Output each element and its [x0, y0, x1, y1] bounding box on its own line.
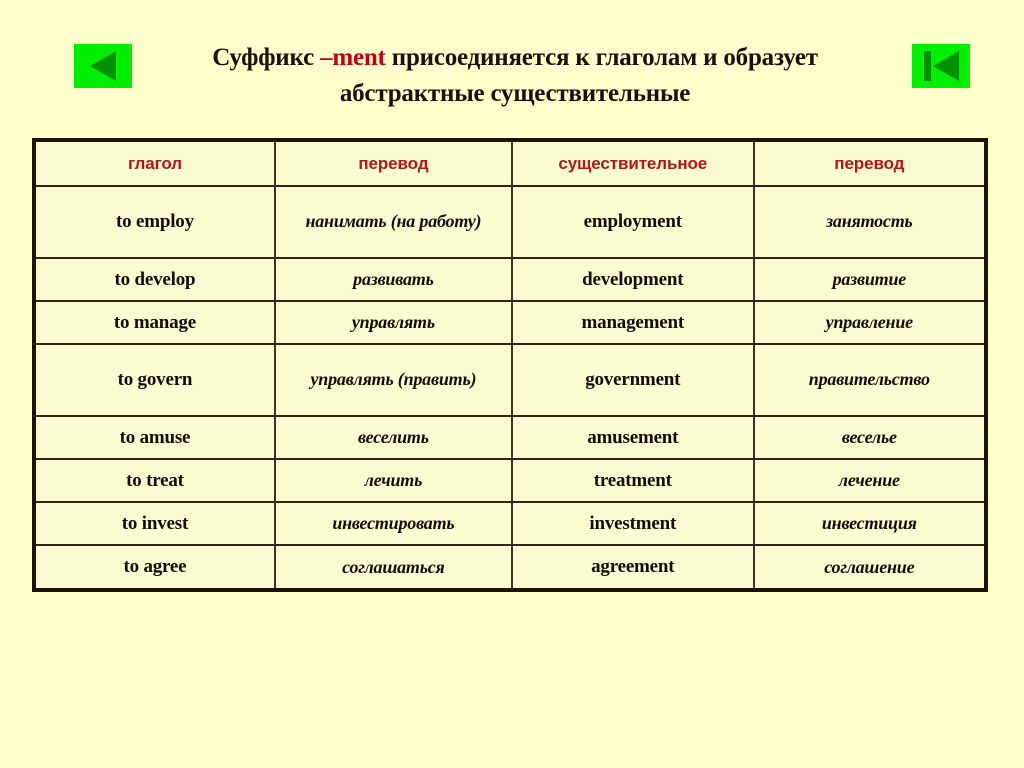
cell-noun-translation: лечение — [753, 459, 984, 503]
title-line-2: абстрактные существительные — [339, 79, 691, 107]
first-slide-button[interactable] — [912, 44, 970, 88]
column-header-verb: глагол — [36, 142, 276, 187]
cell-verb: to invest — [36, 502, 276, 546]
skip-to-first-icon — [923, 51, 959, 81]
vocabulary-table-container: глагол перевод существительное перевод t… — [32, 138, 988, 592]
table-row: to manage управлять management управление — [36, 301, 984, 345]
cell-noun-translation: управление — [753, 301, 984, 345]
table-body: to employ нанимать (на работу) employment з… — [36, 186, 984, 588]
title-line-1: Суффикс –ment присоединяется к глаголам … — [212, 44, 818, 71]
cell-noun-translation: инвестиция — [753, 502, 984, 546]
table-row: to govern управлять (править) government пр… — [36, 344, 984, 417]
column-header-noun: существительное — [511, 142, 755, 187]
cell-verb-translation: развивать — [274, 258, 513, 302]
cell-noun-translation: занятость — [753, 186, 984, 259]
cell-verb: to agree — [36, 545, 276, 588]
cell-noun: employment — [511, 186, 755, 259]
cell-noun: treatment — [511, 459, 755, 503]
cell-verb: to amuse — [36, 416, 276, 460]
column-header-verb-translation: перевод — [274, 142, 513, 187]
cell-noun-translation: соглашение — [824, 556, 915, 577]
cell-verb: to employ — [36, 186, 276, 259]
triangle-left-icon — [932, 51, 959, 81]
cell-verb: to treat — [36, 459, 276, 503]
column-header-noun-translation: перевод — [753, 142, 984, 187]
skip-bar-icon — [923, 51, 931, 81]
table-row: to treat лечить treatment лечение — [36, 459, 984, 503]
table-row: to amuse веселить amusement веселье — [36, 416, 984, 460]
table-header-row: глагол перевод существительное перевод — [36, 142, 984, 187]
slide-canvas: Суффикс –ment присоединяется к глаголам … — [0, 0, 1024, 768]
triangle-left-icon — [90, 51, 116, 81]
cell-verb: to govern — [36, 344, 276, 417]
cell-noun: agreement — [511, 545, 755, 588]
cell-noun: investment — [511, 502, 755, 546]
cell-verb: to develop — [36, 258, 276, 302]
title-text-after: присоединяется к глаголам и образует — [385, 44, 818, 71]
cell-verb-translation: соглашаться — [274, 545, 513, 588]
vocabulary-table: глагол перевод существительное перевод t… — [36, 142, 984, 588]
table-header: глагол перевод существительное перевод — [36, 142, 984, 187]
table-row: to employ нанимать (на работу) employment з… — [36, 186, 984, 259]
cell-noun: amusement — [511, 416, 755, 460]
cell-noun-translation: развитие — [753, 258, 984, 302]
cell-noun-translation: правительство — [753, 344, 984, 417]
cell-verb-translation: управлять — [274, 301, 513, 345]
cell-verb-translation: веселить — [274, 416, 513, 460]
cell-verb-translation: управлять (править) — [274, 344, 513, 417]
previous-slide-button[interactable] — [74, 44, 132, 88]
title-accent-suffix: –ment — [320, 44, 386, 71]
table-row: to agree соглашаться agreement соглашение — [36, 545, 984, 588]
table-row: to develop развивать development развитие — [36, 258, 984, 302]
cell-noun: management — [511, 301, 755, 345]
table-row: to invest инвестировать investment инвестиц… — [36, 502, 984, 546]
cell-verb-translation: лечить — [274, 459, 513, 503]
cell-verb: to manage — [36, 301, 276, 345]
cell-verb-translation: нанимать (на работу) — [274, 186, 513, 259]
cell-noun: government — [511, 344, 755, 417]
cell-verb-translation: инвестировать — [274, 502, 513, 546]
cell-noun-translation: веселье — [753, 416, 984, 460]
cell-noun: development — [511, 258, 755, 302]
title-text-before: Суффикс — [212, 44, 321, 71]
slide-title: Суффикс –ment присоединяется к глаголам … — [150, 40, 880, 111]
